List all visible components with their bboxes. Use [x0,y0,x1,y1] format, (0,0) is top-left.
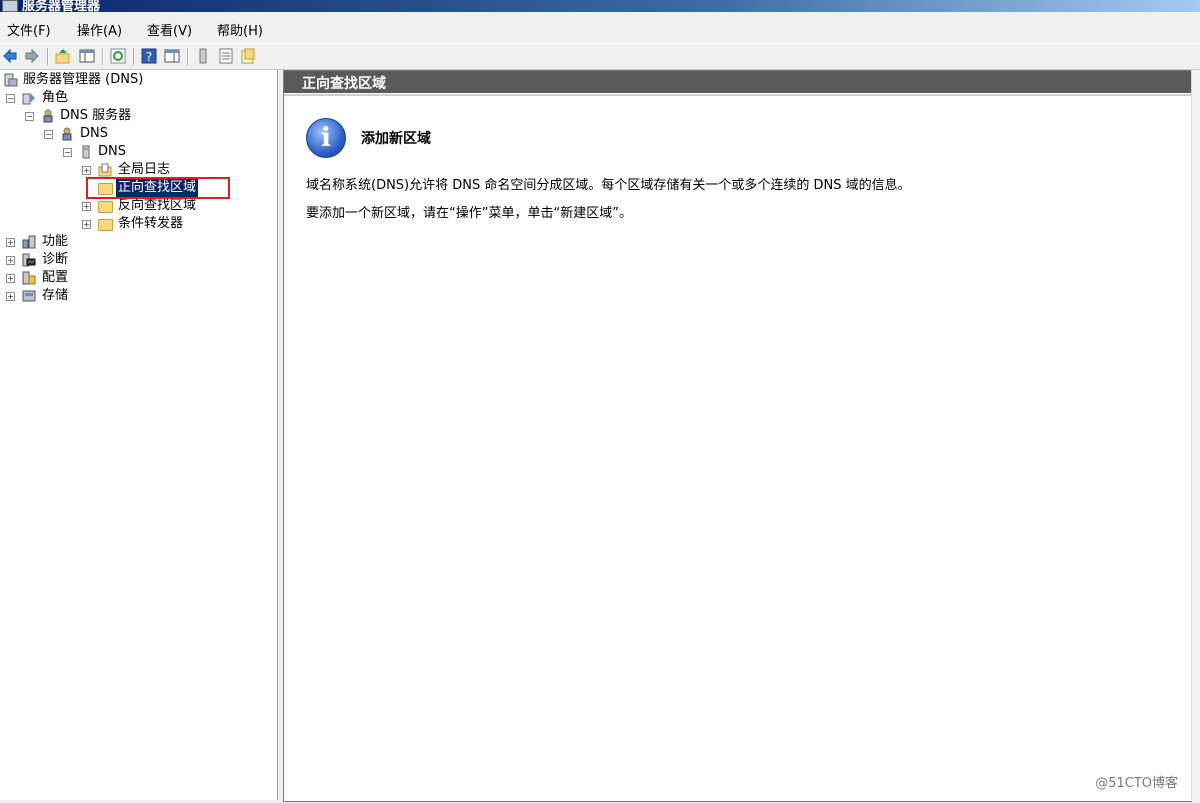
menu-help[interactable]: 帮助(H) [217,20,263,39]
tree-label: 条件转发器 [118,216,184,231]
folder-icon [98,219,113,231]
properties-icon[interactable] [164,48,180,64]
storage-icon [22,290,36,302]
configuration-icon [22,271,36,285]
tree-label: 诊断 [42,252,69,267]
server-icon[interactable] [195,48,211,64]
forward-icon[interactable] [24,48,40,64]
tree-label: 角色 [42,90,69,105]
expand-icon[interactable]: + [6,292,15,301]
tree-label: DNS [80,126,108,141]
expand-icon[interactable]: + [82,220,91,229]
export-icon[interactable] [240,48,256,64]
dns-icon [62,127,72,141]
info-icon: i [306,118,346,158]
up-icon[interactable] [55,48,71,64]
server-manager-icon [4,73,18,87]
expand-icon[interactable]: + [6,256,15,265]
tree-label: DNS 服务器 [60,108,132,123]
menu-bar: 文件(F) 操作(A) 查看(V) 帮助(H) [0,14,1200,42]
expand-icon[interactable]: + [6,274,15,283]
tree-label: 服务器管理器 (DNS) [23,72,144,87]
menu-file[interactable]: 文件(F) [7,20,51,39]
collapse-icon[interactable]: − [44,130,53,139]
expand-icon[interactable]: + [82,166,91,175]
menu-view[interactable]: 查看(V) [147,20,192,39]
folder-icon [98,201,113,213]
dns-server-icon [43,109,53,123]
toolbar-separator [102,48,104,65]
detail-pane: 正向查找区域 i 添加新区域 域名称系统(DNS)允许将 DNS 命名空间分成区… [283,70,1192,802]
tree-label: 反向查找区域 [118,198,197,213]
tree-label: 功能 [42,234,69,249]
expand-icon[interactable]: + [6,238,15,247]
detail-header-title: 正向查找区域 [302,76,386,92]
zone-description: 域名称系统(DNS)允许将 DNS 命名空间分成区域。每个区域存储有关一个或多个… [306,178,911,193]
refresh-icon[interactable] [110,48,126,64]
features-icon [22,235,36,249]
watermark: @51CTO博客 [1095,776,1178,791]
collapse-icon[interactable]: − [25,112,34,121]
list-icon[interactable] [218,48,234,64]
toolbar: ? [0,43,1200,70]
help-icon[interactable]: ? [141,48,157,64]
tree-label: 存储 [42,288,69,303]
server-manager-icon [2,0,18,12]
roles-icon [22,93,35,105]
detail-header: 正向查找区域 [284,71,1192,93]
show-hide-tree-icon[interactable] [79,48,95,64]
collapse-icon[interactable]: − [6,94,15,103]
detail-body: i 添加新区域 域名称系统(DNS)允许将 DNS 命名空间分成区域。每个区域存… [284,94,1192,801]
window-title: 服务器管理器 [22,0,101,12]
server-icon [82,145,90,159]
vertical-scrollbar[interactable] [1191,70,1200,800]
tree-label: 配置 [42,270,69,285]
toolbar-separator [187,48,189,65]
tree-label: DNS [98,144,126,159]
title-bar: 服务器管理器 [0,0,1200,12]
diagnostics-icon [22,253,36,267]
toolbar-separator [47,48,49,65]
log-icon [98,163,112,177]
toolbar-separator [133,48,135,65]
highlight-box [86,177,230,199]
expand-icon[interactable]: + [82,202,91,211]
add-zone-title: 添加新区域 [361,131,431,147]
collapse-icon[interactable]: − [63,148,72,157]
back-icon[interactable] [2,48,18,64]
zone-instruction: 要添加一个新区域，请在“操作”菜单，单击“新建区域”。 [306,206,632,221]
menu-action[interactable]: 操作(A) [77,20,122,39]
svg-text:?: ? [146,50,152,64]
